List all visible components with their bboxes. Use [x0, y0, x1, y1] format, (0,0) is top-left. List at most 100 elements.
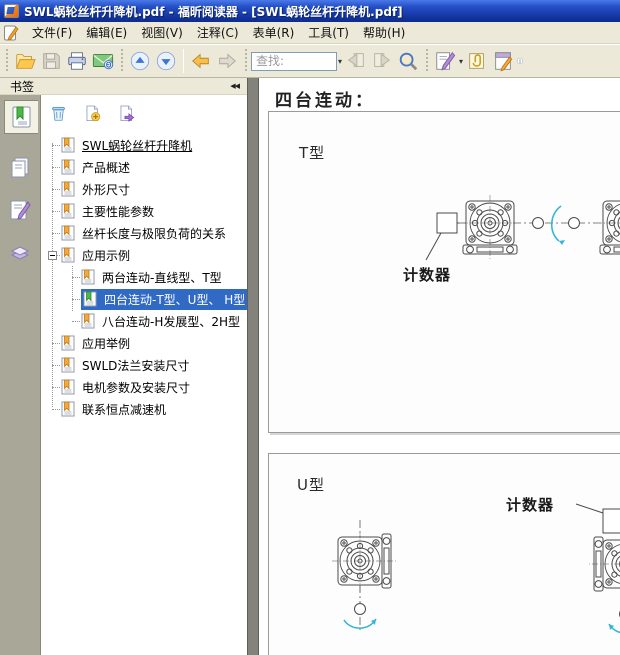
- attach-note-button[interactable]: [464, 48, 490, 74]
- find-dropdown-caret[interactable]: ▾: [338, 57, 342, 66]
- search-button[interactable]: [395, 48, 421, 74]
- bookmark-label: 八台连动-H发展型、2H型: [100, 312, 242, 331]
- title-bar: SWL蜗轮丝杆升降机.pdf - 福昕阅读器 - [SWL蜗轮丝杆升降机.pdf…: [0, 0, 620, 22]
- open-folder-icon: [14, 50, 36, 72]
- bookmark-icon: [61, 247, 75, 263]
- bookmark-icon: [61, 225, 75, 241]
- menu-view[interactable]: 视图(V): [134, 22, 190, 43]
- paperclip-icon: [466, 50, 488, 72]
- find-previous-button[interactable]: [343, 48, 369, 74]
- previous-view-button[interactable]: [127, 48, 153, 74]
- export-bookmark-icon: [117, 104, 136, 123]
- note-tool-caret[interactable]: ▾: [459, 57, 463, 66]
- bookmark-label: 产品概述: [80, 158, 132, 177]
- bookmark-item[interactable]: 两台连动-直线型、T型: [41, 266, 247, 288]
- toolbar-grip[interactable]: [119, 49, 124, 73]
- bookmark-icon: [61, 203, 75, 219]
- bookmark-item[interactable]: 电机参数及安装尺寸: [41, 376, 247, 398]
- nav-pages-tab[interactable]: [4, 150, 36, 184]
- bookmark-item[interactable]: 八台连动-H发展型、2H型: [41, 310, 247, 332]
- bookmark-item[interactable]: 主要性能参数: [41, 200, 247, 222]
- bookmark-item[interactable]: 丝杆长度与极限负荷的关系: [41, 222, 247, 244]
- bookmark-item-selected[interactable]: 四台连动-T型、U型、 H型: [41, 288, 247, 310]
- bookmarks-toolbar: [41, 95, 247, 131]
- note-tool-button[interactable]: [432, 48, 458, 74]
- bookmarks-title: 书签: [10, 78, 34, 95]
- find-combo: ▾: [251, 52, 343, 71]
- expander-minus[interactable]: [48, 251, 57, 260]
- add-bookmark-icon: [83, 104, 102, 123]
- bookmark-label: 丝杆长度与极限负荷的关系: [80, 224, 228, 243]
- toolbar-grip[interactable]: [243, 49, 248, 73]
- bookmark-icon: [81, 313, 95, 329]
- bookmark-item[interactable]: 应用示例: [41, 244, 247, 266]
- note-orange-pencil-icon: [492, 50, 514, 72]
- bookmark-icon: [61, 181, 75, 197]
- bookmark-item[interactable]: 外形尺寸: [41, 178, 247, 200]
- bookmark-label: 四台连动-T型、U型、 H型: [102, 290, 247, 309]
- page-heading: 四台连动：: [275, 86, 375, 111]
- bookmarks-panel-icon: [10, 105, 34, 129]
- open-button[interactable]: [12, 48, 38, 74]
- nav-bookmarks-tab[interactable]: [4, 100, 38, 134]
- bookmark-icon: [61, 401, 75, 417]
- go-forward-button[interactable]: [214, 48, 240, 74]
- bookmark-icon: [61, 335, 75, 351]
- bookmark-label: 应用示例: [80, 246, 132, 265]
- delete-bookmark-button[interactable]: [47, 102, 69, 124]
- comments-panel-icon: [8, 198, 32, 222]
- pane-splitter[interactable]: [247, 78, 259, 655]
- menu-file[interactable]: 文件(F): [25, 22, 79, 43]
- next-view-button[interactable]: [153, 48, 179, 74]
- text-tool-button[interactable]: [516, 48, 524, 74]
- email-envelope-icon: [92, 50, 114, 72]
- save-button[interactable]: [38, 48, 64, 74]
- trash-icon: [49, 104, 68, 123]
- toolbar-grip[interactable]: [424, 49, 429, 73]
- go-back-button[interactable]: [188, 48, 214, 74]
- bookmark-label: 应用举例: [80, 334, 132, 353]
- toolbar-grip[interactable]: [4, 49, 9, 73]
- menu-tools[interactable]: 工具(T): [301, 22, 356, 43]
- bookmark-item[interactable]: 产品概述: [41, 156, 247, 178]
- menu-form[interactable]: 表单(R): [246, 22, 302, 43]
- find-next-button[interactable]: [369, 48, 395, 74]
- down-arrow-circle-icon: [155, 50, 177, 72]
- bookmark-item[interactable]: 应用举例: [41, 332, 247, 354]
- bookmark-label: SWL蜗轮丝杆升降机: [80, 136, 194, 155]
- add-bookmark-button[interactable]: [81, 102, 103, 124]
- forward-arrow-icon: [216, 50, 238, 72]
- app-window: SWL蜗轮丝杆升降机.pdf - 福昕阅读器 - [SWL蜗轮丝杆升降机.pdf…: [0, 0, 620, 655]
- find-next-icon: [371, 50, 393, 72]
- figure-t-type: T型 计数器: [268, 111, 620, 433]
- menu-edit[interactable]: 编辑(E): [79, 22, 134, 43]
- document-view[interactable]: 四台连动： T型 计数器: [259, 78, 620, 655]
- find-previous-icon: [345, 50, 367, 72]
- nav-comments-tab[interactable]: [4, 193, 36, 227]
- collapse-panel-button[interactable]: ◀◀: [230, 82, 239, 90]
- bookmark-item[interactable]: 联系恒点减速机: [41, 398, 247, 420]
- menu-help[interactable]: 帮助(H): [356, 22, 412, 43]
- email-button[interactable]: [90, 48, 116, 74]
- bookmark-label: 外形尺寸: [80, 180, 132, 199]
- bookmark-label: SWLD法兰安装尺寸: [80, 356, 191, 375]
- main-area: 书签 ◀◀: [0, 78, 620, 655]
- bookmark-item[interactable]: SWLD法兰安装尺寸: [41, 354, 247, 376]
- nav-layers-tab[interactable]: [4, 236, 36, 270]
- foxit-app-icon: [4, 4, 19, 18]
- menu-comment[interactable]: 注释(C): [190, 22, 246, 43]
- bookmark-icon: [61, 357, 75, 373]
- bookmark-label: 两台连动-直线型、T型: [100, 268, 224, 287]
- bookmark-icon: [81, 269, 95, 285]
- export-bookmark-button[interactable]: [115, 102, 137, 124]
- find-input[interactable]: [251, 52, 337, 71]
- print-button[interactable]: [64, 48, 90, 74]
- back-arrow-icon: [190, 50, 212, 72]
- highlight-note-button[interactable]: [490, 48, 516, 74]
- bookmark-item[interactable]: SWL蜗轮丝杆升降机: [41, 134, 247, 156]
- main-toolbar: ▾: [0, 44, 620, 78]
- bookmark-icon-selected: [83, 291, 97, 307]
- search-magnifier-icon: [397, 50, 419, 72]
- pages-panel-icon: [8, 155, 32, 179]
- figure-u-type: U型 计数器: [268, 453, 620, 655]
